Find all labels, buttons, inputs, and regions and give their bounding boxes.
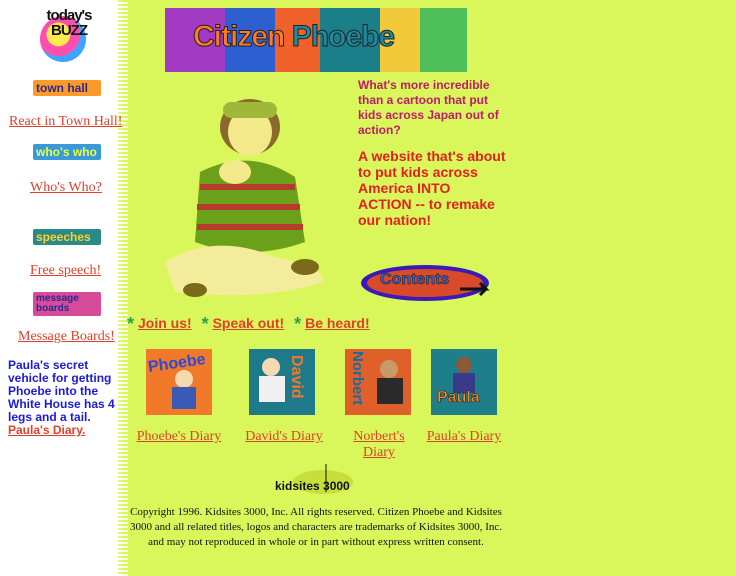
david-thumbnail-label: David bbox=[288, 355, 305, 399]
norbert-figure bbox=[377, 360, 403, 404]
paula-promo: Paula's secret vehicle for getting Phoeb… bbox=[8, 359, 126, 437]
call-to-action-row: * Join us! * Speak out! * Be heard! bbox=[127, 314, 376, 335]
buzz-logo-text: today's BUZZ bbox=[46, 7, 93, 39]
sidebar-link-town-hall[interactable]: React in Town Hall! bbox=[9, 114, 122, 130]
star-icon: * bbox=[127, 314, 135, 334]
headline-answer: A website that's about to put kids acros… bbox=[358, 148, 506, 228]
headline-question: What's more incredible than a cartoon th… bbox=[358, 78, 499, 137]
paula-thumbnail-label: Paula bbox=[437, 389, 480, 407]
sidebar-link-whos-who[interactable]: Who's Who? bbox=[30, 180, 102, 196]
kidsites-3000-logo[interactable]: kidsites 3000 bbox=[273, 462, 359, 498]
phoebe-thumbnail[interactable]: Phoebe bbox=[146, 349, 212, 415]
davids-diary-link[interactable]: David's Diary bbox=[242, 429, 326, 445]
sidebar-link-message-boards[interactable]: Message Boards! bbox=[18, 329, 115, 345]
sidebar-link-free-speech[interactable]: Free speech! bbox=[30, 263, 101, 279]
norbert-thumbnail[interactable]: Norbert bbox=[345, 349, 411, 415]
star-icon: * bbox=[201, 314, 209, 334]
david-thumbnail[interactable]: David bbox=[249, 349, 315, 415]
be-heard-link[interactable]: Be heard! bbox=[305, 315, 370, 331]
contents-button[interactable]: Contents bbox=[360, 263, 494, 303]
paula-thumbnail[interactable]: Paula bbox=[431, 349, 497, 415]
whos-who-icon[interactable]: who's who bbox=[33, 144, 101, 160]
paulas-diary-link[interactable]: Paula's Diary bbox=[425, 429, 503, 445]
kidsites-logo-text: kidsites 3000 bbox=[275, 479, 350, 493]
banner-title-word1: Citizen bbox=[192, 20, 285, 54]
speeches-icon[interactable]: speeches bbox=[33, 229, 101, 245]
promo-text: Paula's secret vehicle for getting Phoeb… bbox=[8, 358, 115, 424]
banner-collage-tile bbox=[420, 8, 467, 72]
contents-button-label: Contents bbox=[380, 271, 450, 289]
town-hall-icon[interactable]: town hall bbox=[33, 80, 101, 96]
phoebes-diary-link[interactable]: Phoebe's Diary bbox=[136, 429, 222, 445]
copyright-notice: Copyright 1996. Kidsites 3000, Inc. All … bbox=[129, 506, 503, 548]
phoebe-figure bbox=[172, 370, 196, 409]
david-figure bbox=[259, 358, 285, 402]
speak-out-link[interactable]: Speak out! bbox=[213, 315, 285, 331]
promo-paulas-diary-link[interactable]: Paula's Diary. bbox=[8, 423, 85, 437]
banner-title: Citizen Phoebe bbox=[192, 20, 395, 54]
todays-buzz-logo[interactable]: today's BUZZ bbox=[36, 6, 100, 66]
join-us-link[interactable]: Join us! bbox=[138, 315, 192, 331]
message-boards-icon[interactable]: message boards bbox=[33, 292, 101, 316]
phoebe-photo bbox=[165, 99, 324, 297]
star-icon: * bbox=[294, 314, 302, 334]
citizen-phoebe-banner[interactable]: Citizen Phoebe bbox=[165, 8, 467, 72]
norberts-diary-link[interactable]: Norbert's Diary bbox=[346, 429, 412, 461]
banner-title-word2: Phoebe bbox=[291, 20, 395, 54]
